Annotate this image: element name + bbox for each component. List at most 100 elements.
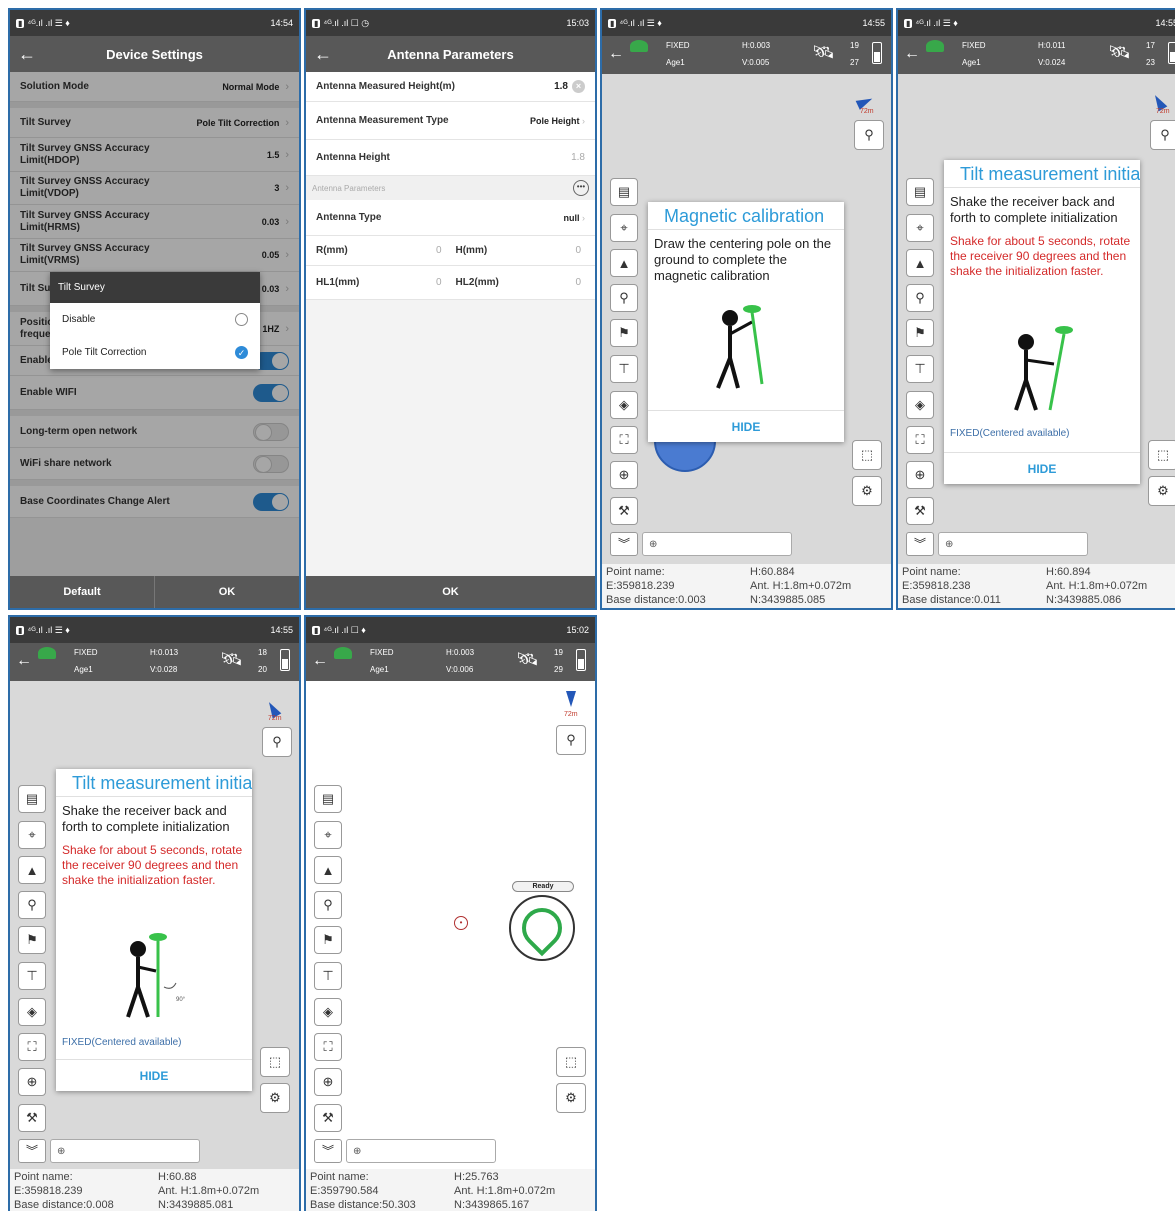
stake-pin-icon[interactable]: ⚑ [610,319,638,347]
crosshair-icon[interactable]: ⊕ [906,461,934,489]
receiver-icon[interactable] [630,40,648,52]
back-arrow-icon[interactable]: ← [608,46,624,62]
target-a-icon[interactable]: ⌖ [314,821,342,849]
stake-pin-icon[interactable]: ⚑ [314,926,342,954]
back-arrow-icon[interactable]: ← [314,45,332,63]
receiver-icon[interactable] [38,647,56,659]
map-area[interactable]: 72m ⚲ ▤ ⌖ ▲ ⚲ ⚑ ⊤ ◈ ⛶ ⊕ ⚒ ⬚ ⚙ ︾ ⊕ • Read… [306,681,595,1169]
crosshair-icon[interactable]: ⊕ [314,1068,342,1096]
settings-gear-icon[interactable]: ⚙ [852,476,882,506]
clear-icon[interactable]: × [572,80,585,93]
locate-pin-icon[interactable]: ⚲ [1150,120,1175,150]
northing-value: N:3439885.085 [750,594,826,606]
map-point-icon[interactable]: ◈ [314,998,342,1026]
target-a-icon[interactable]: ⌖ [610,214,638,242]
hide-button[interactable]: HIDE [944,452,1140,484]
locate-pin-icon[interactable]: ⚲ [556,725,586,755]
satellite-icon[interactable]: 🛰 [516,649,539,670]
navigate-icon[interactable]: ▲ [18,856,46,884]
collapse-chevron-icon[interactable]: ︾ [906,532,934,556]
point-pin-icon[interactable]: ⚲ [610,284,638,312]
collapse-chevron-icon[interactable]: ︾ [610,532,638,556]
hide-button[interactable]: HIDE [648,410,844,442]
r-input[interactable]: 0 [436,245,442,256]
map-point-icon[interactable]: ◈ [18,998,46,1026]
settings-gear-icon[interactable]: ⚙ [556,1083,586,1113]
survey-tool-icon[interactable]: ⚒ [610,497,638,525]
age-label: Age1 [962,58,981,67]
pole-icon[interactable]: ⊤ [18,962,46,990]
back-arrow-icon[interactable]: ← [16,653,32,669]
ok-button[interactable]: OK [155,576,299,608]
zoom-extent-icon[interactable]: ⛶ [18,1033,46,1061]
height-value: H:60.884 [750,566,795,578]
map-point-icon[interactable]: ◈ [906,391,934,419]
layers-icon[interactable]: ▤ [610,178,638,206]
measurement-type-row[interactable]: Antenna Measurement Type Pole Height › [306,102,595,140]
navigate-icon[interactable]: ▲ [314,856,342,884]
receiver-icon[interactable] [926,40,944,52]
h-input[interactable]: 0 [575,245,581,256]
point-pin-icon[interactable]: ⚲ [906,284,934,312]
select-icon[interactable]: ⬚ [260,1047,290,1077]
layers-icon[interactable]: ▤ [906,178,934,206]
search-input[interactable]: ⊕ [642,532,792,556]
collapse-chevron-icon[interactable]: ︾ [18,1139,46,1163]
map-point-icon[interactable]: ◈ [610,391,638,419]
tilt-measure-button[interactable] [509,895,575,961]
settings-gear-icon[interactable]: ⚙ [1148,476,1175,506]
more-options-icon[interactable]: ••• [573,180,589,196]
survey-screen-tilt-init: ▮ ⁴ᴳ.ıl .ıl ☰ ♦ 14:55 ← FIXED Age1 H:0.0… [896,8,1175,610]
survey-tool-icon[interactable]: ⚒ [18,1104,46,1132]
ok-button[interactable]: OK [306,576,595,608]
crosshair-icon[interactable]: ⊕ [18,1068,46,1096]
zoom-extent-icon[interactable]: ⛶ [906,426,934,454]
zoom-extent-icon[interactable]: ⛶ [314,1033,342,1061]
point-pin-icon[interactable]: ⚲ [18,891,46,919]
hide-button[interactable]: HIDE [56,1059,252,1091]
settings-gear-icon[interactable]: ⚙ [260,1083,290,1113]
select-icon[interactable]: ⬚ [1148,440,1175,470]
target-a-icon[interactable]: ⌖ [18,821,46,849]
hl1-input[interactable]: 0 [436,277,442,288]
northing-value: N:3439885.081 [158,1199,234,1211]
crosshair-icon[interactable]: ⊕ [610,461,638,489]
page-title: Device Settings [106,46,203,62]
default-button[interactable]: Default [10,576,155,608]
back-arrow-icon[interactable]: ← [312,653,328,669]
pole-icon[interactable]: ⊤ [610,355,638,383]
option-disable[interactable]: Disable [50,303,260,336]
layers-icon[interactable]: ▤ [18,785,46,813]
select-icon[interactable]: ⬚ [556,1047,586,1077]
stake-pin-icon[interactable]: ⚑ [906,319,934,347]
satellite-icon[interactable]: 🛰 [220,649,243,670]
layers-icon[interactable]: ▤ [314,785,342,813]
measured-height-input[interactable]: 1.8 [554,81,568,92]
locate-pin-icon[interactable]: ⚲ [262,727,292,757]
hl2-input[interactable]: 0 [575,277,581,288]
receiver-icon[interactable] [334,647,352,659]
satellite-icon[interactable]: 🛰 [1108,42,1131,63]
search-input[interactable]: ⊕ [50,1139,200,1163]
locate-pin-icon[interactable]: ⚲ [854,120,884,150]
back-arrow-icon[interactable]: ← [18,45,36,63]
select-icon[interactable]: ⬚ [852,440,882,470]
search-input[interactable]: ⊕ [938,532,1088,556]
point-pin-icon[interactable]: ⚲ [314,891,342,919]
collapse-chevron-icon[interactable]: ︾ [314,1139,342,1163]
target-a-icon[interactable]: ⌖ [906,214,934,242]
survey-tool-icon[interactable]: ⚒ [906,497,934,525]
back-arrow-icon[interactable]: ← [904,46,920,62]
survey-tool-icon[interactable]: ⚒ [314,1104,342,1132]
pole-icon[interactable]: ⊤ [314,962,342,990]
search-input[interactable]: ⊕ [346,1139,496,1163]
option-pole-tilt-correction[interactable]: Pole Tilt Correction ✓ [50,336,260,369]
satellite-icon[interactable]: 🛰 [812,42,835,63]
navigate-icon[interactable]: ▲ [906,249,934,277]
navigate-icon[interactable]: ▲ [610,249,638,277]
stake-pin-icon[interactable]: ⚑ [18,926,46,954]
pole-icon[interactable]: ⊤ [906,355,934,383]
ready-badge: Ready [512,881,574,892]
antenna-type-row[interactable]: Antenna Type null › [306,200,595,236]
zoom-extent-icon[interactable]: ⛶ [610,426,638,454]
